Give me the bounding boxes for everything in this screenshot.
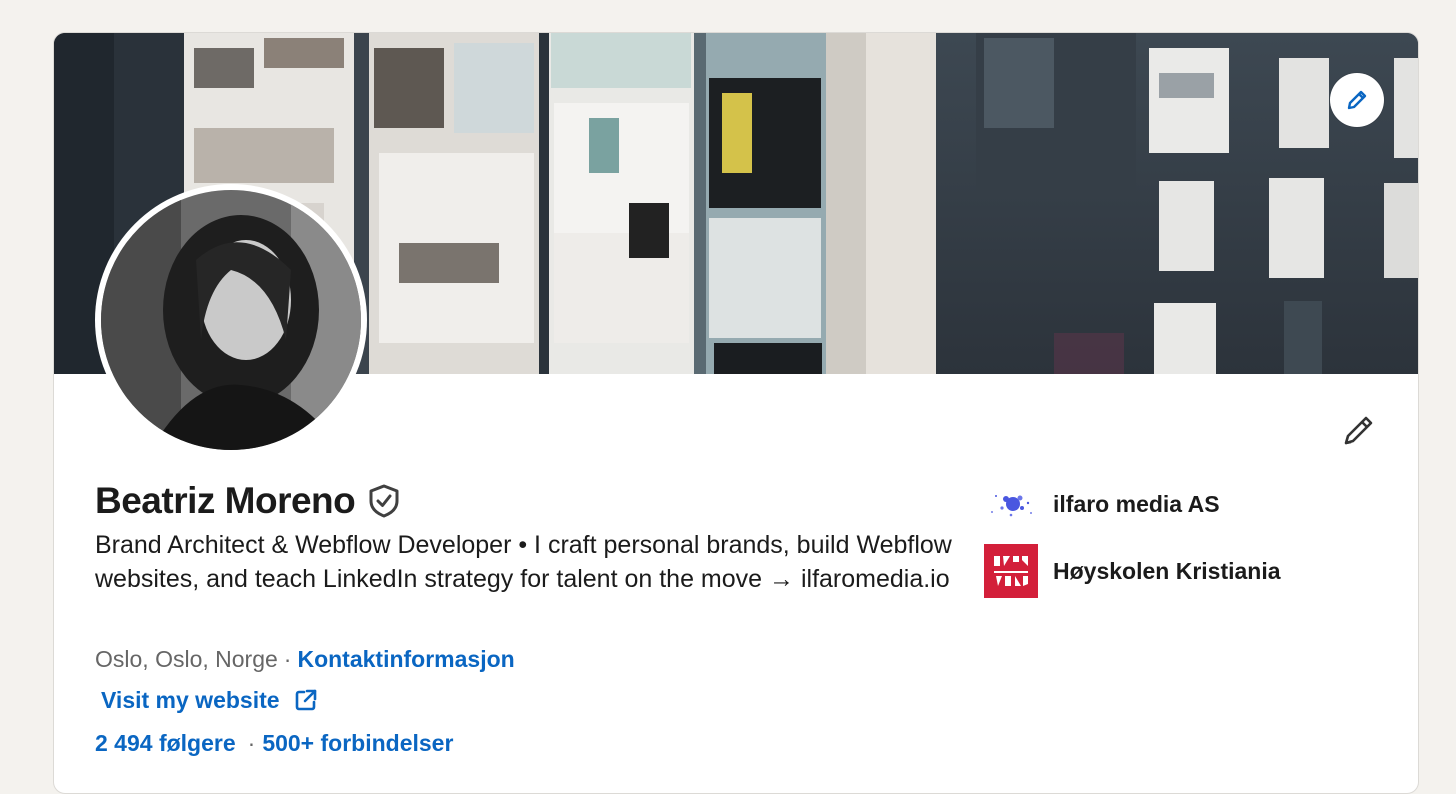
external-link-icon xyxy=(294,688,318,712)
edit-cover-button[interactable] xyxy=(1330,73,1384,127)
stats-separator: · xyxy=(247,730,256,756)
affiliation-ilfaro[interactable]: ilfaro media AS xyxy=(984,477,1220,531)
connections-link[interactable]: 500+ forbindelser xyxy=(262,730,453,756)
affiliation-kristiania[interactable]: Høyskolen Kristiania xyxy=(984,544,1281,598)
network-stats: 2 494 følgere · 500+ forbindelser xyxy=(95,728,453,758)
ilfaro-splash-logo xyxy=(984,477,1038,531)
edit-intro-button[interactable] xyxy=(1334,406,1382,454)
pencil-icon xyxy=(1347,90,1367,110)
kristiania-logo xyxy=(984,544,1038,598)
profile-location: Oslo, Oslo, Norge xyxy=(95,646,278,672)
profile-card: Beatriz Moreno Brand Architect & Webflow… xyxy=(53,32,1419,794)
profile-name: Beatriz Moreno xyxy=(95,480,356,521)
affiliation-name: Høyskolen Kristiania xyxy=(1053,557,1281,584)
profile-headline: Brand Architect & Webflow Developer • I … xyxy=(95,531,952,593)
contact-info-link[interactable]: Kontaktinformasjon xyxy=(297,646,514,672)
website-link[interactable]: Visit my website xyxy=(101,685,318,715)
website-link-label: Visit my website xyxy=(101,687,280,713)
followers-link[interactable]: 2 494 følgere xyxy=(95,730,236,756)
location-row: Oslo, Oslo, Norge · Kontaktinformasjon xyxy=(95,644,515,674)
profile-photo xyxy=(101,190,361,450)
shield-check-icon[interactable] xyxy=(367,483,401,519)
pencil-icon xyxy=(1344,416,1373,445)
name-row: Beatriz Moreno xyxy=(95,477,401,525)
separator: · xyxy=(283,646,292,672)
avatar[interactable] xyxy=(95,184,367,456)
affiliation-name: ilfaro media AS xyxy=(1053,490,1220,517)
